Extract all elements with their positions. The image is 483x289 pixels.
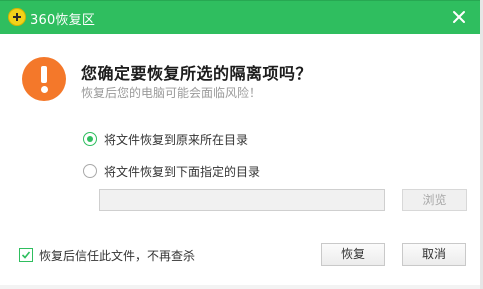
trust-file-label: 恢复后信任此文件，不再查杀 bbox=[39, 249, 196, 263]
close-button[interactable] bbox=[446, 5, 472, 29]
browse-button[interactable]: 浏览 bbox=[402, 189, 467, 211]
close-icon bbox=[453, 11, 465, 23]
warning-icon bbox=[22, 57, 66, 101]
dialog-subtext: 恢复后您的电脑可能会面临风险！ bbox=[81, 86, 262, 100]
window-title: 360恢复区 bbox=[30, 13, 96, 28]
checkmark-icon bbox=[21, 251, 31, 259]
dialog-question: 您确定要恢复所选的隔离项吗？ bbox=[81, 64, 313, 83]
restore-original-location-label: 将文件恢复到原来所在目录 bbox=[104, 133, 249, 147]
restore-path-input[interactable] bbox=[99, 189, 385, 211]
restore-button[interactable]: 恢复 bbox=[321, 243, 385, 266]
radio-button[interactable] bbox=[83, 164, 97, 178]
360-logo-icon bbox=[8, 8, 26, 26]
restore-custom-location-label: 将文件恢复到下面指定的目录 bbox=[104, 165, 261, 179]
radio-button-selected[interactable] bbox=[83, 132, 97, 146]
cancel-button[interactable]: 取消 bbox=[402, 243, 466, 266]
title-bar: 360恢复区 bbox=[0, 0, 480, 34]
trust-file-checkbox[interactable] bbox=[19, 248, 33, 262]
window-edge-bottom bbox=[0, 285, 480, 289]
